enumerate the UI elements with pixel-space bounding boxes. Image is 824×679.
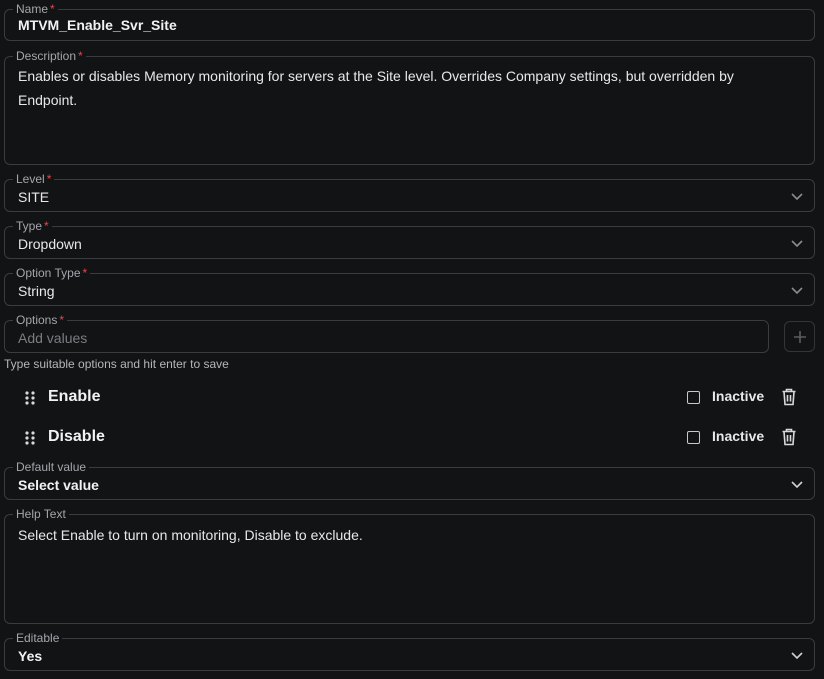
options-label: Options *	[13, 313, 68, 327]
type-select[interactable]: Type * Dropdown	[4, 219, 815, 259]
default-value-select[interactable]: Default value Select value	[4, 460, 815, 500]
chevron-down-icon[interactable]	[790, 239, 804, 248]
plus-icon	[793, 330, 806, 343]
options-placeholder: Add values	[18, 330, 88, 346]
name-label: Name *	[13, 2, 58, 16]
options-input[interactable]: Options * Add values	[4, 313, 769, 353]
option-label: Disable	[48, 428, 105, 445]
add-option-button[interactable]	[784, 321, 815, 352]
option-label: Enable	[48, 388, 101, 405]
type-label: Type *	[13, 219, 52, 233]
inactive-label: Inactive	[712, 388, 765, 404]
level-value: SITE	[18, 189, 50, 205]
description-field[interactable]: Description * Enables or disables Memory …	[4, 49, 815, 165]
editable-label: Editable	[13, 631, 63, 645]
chevron-down-icon[interactable]	[790, 192, 804, 201]
default-value-value: Select value	[18, 477, 99, 493]
drag-handle-icon[interactable]	[24, 431, 36, 445]
description-label: Description *	[13, 49, 86, 63]
inactive-label: Inactive	[712, 428, 765, 444]
chevron-down-icon[interactable]	[790, 286, 804, 295]
name-value: MTVM_Enable_Svr_Site	[18, 17, 177, 33]
help-text-value: Select Enable to turn on monitoring, Dis…	[18, 527, 363, 543]
level-label: Level *	[13, 172, 55, 186]
option-type-value: String	[18, 283, 55, 299]
option-row-disable: Disable Inactive	[0, 423, 824, 453]
trash-icon[interactable]	[781, 428, 797, 446]
default-value-label: Default value	[13, 460, 90, 474]
trash-icon[interactable]	[781, 388, 797, 406]
help-text-field[interactable]: Help Text Select Enable to turn on monit…	[4, 507, 815, 624]
chevron-down-icon[interactable]	[790, 651, 804, 660]
option-row-enable: Enable Inactive	[0, 383, 824, 413]
option-type-select[interactable]: Option Type * String	[4, 266, 815, 306]
options-hint: Type suitable options and hit enter to s…	[4, 357, 229, 371]
option-type-label: Option Type *	[13, 266, 91, 280]
help-text-label: Help Text	[13, 507, 69, 521]
level-select[interactable]: Level * SITE	[4, 172, 815, 212]
description-value: Enables or disables Memory monitoring fo…	[18, 68, 734, 108]
chevron-down-icon[interactable]	[790, 480, 804, 489]
inactive-checkbox[interactable]	[687, 431, 700, 444]
name-field[interactable]: Name * MTVM_Enable_Svr_Site	[4, 2, 815, 41]
drag-handle-icon[interactable]	[24, 391, 36, 405]
editable-value: Yes	[18, 648, 43, 664]
editable-select[interactable]: Editable Yes	[4, 631, 815, 671]
type-value: Dropdown	[18, 236, 82, 252]
inactive-checkbox[interactable]	[687, 391, 700, 404]
